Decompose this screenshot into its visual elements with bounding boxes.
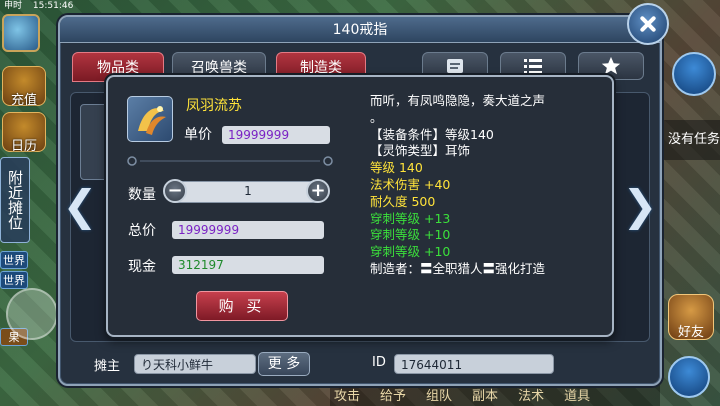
chevron-right-icon[interactable]: ❯: [622, 180, 658, 232]
menu-item[interactable]: 道具: [564, 385, 590, 406]
bottom-menu: 攻击 给予 组队 副本 法术 道具: [330, 385, 660, 406]
refresh-icon[interactable]: [668, 356, 710, 398]
window-title: 140戒指: [60, 17, 660, 43]
pierce-stat: 穿刺等级 +13: [370, 210, 451, 226]
ornament-type: 【灵饰类型】耳饰: [370, 143, 471, 159]
total-price-label: 总价: [128, 223, 156, 239]
equip-condition: 【装备条件】等级140: [370, 126, 494, 142]
more-button[interactable]: 更 多: [258, 352, 310, 376]
item-details: 而听，有凤鸣隐隐，奏大道之声 。 【装备条件】等级140 【灵饰类型】耳饰 等级…: [370, 93, 606, 278]
calendar-button[interactable]: 日历: [2, 112, 46, 154]
pierce-stat: 穿刺等级 +10: [370, 244, 451, 260]
item-description-cont: 。: [370, 109, 383, 125]
calendar-label: 日历: [10, 139, 37, 154]
nearby-stall-button[interactable]: 附近摊位: [0, 157, 30, 243]
item-level: 等级 140: [370, 160, 423, 176]
menu-give[interactable]: 给予: [380, 385, 406, 406]
player-avatar[interactable]: [2, 14, 40, 52]
quantity-label: 数量: [128, 187, 156, 203]
durability-stat: 耐久度 500: [370, 193, 436, 209]
maker-line: 制造者：〓全职猎人〓强化打造: [370, 260, 546, 276]
menu-team[interactable]: 组队: [426, 385, 452, 406]
cash-field: 312197: [172, 256, 324, 274]
pierce-stat: 穿刺等级 +10: [370, 227, 451, 243]
clock: 15:51:46: [32, 1, 74, 11]
world-chat-tag[interactable]: 世界: [0, 271, 28, 289]
seller-label: 摊主: [94, 359, 121, 374]
total-price-field: 19999999: [172, 221, 324, 239]
menu-attack[interactable]: 攻击: [334, 385, 360, 406]
joystick[interactable]: [6, 288, 58, 340]
ring-item-icon: [127, 96, 173, 142]
item-description: 而听，有凤鸣隐隐，奏大道之声: [370, 93, 546, 108]
close-icon[interactable]: [627, 3, 669, 45]
ornament-divider: [127, 156, 333, 166]
world-chat-tag[interactable]: 世界: [0, 251, 28, 269]
task-tracker[interactable]: 没有任务: [664, 120, 720, 160]
menu-spell[interactable]: 法术: [518, 385, 544, 406]
seller-name-field: り天科小鲜牛: [134, 354, 256, 374]
quantity-value[interactable]: 1: [236, 184, 260, 198]
map-button[interactable]: [672, 52, 716, 96]
buy-button[interactable]: 购 买: [196, 291, 288, 321]
unit-price-label: 单价: [184, 127, 212, 143]
server-time-label: 申时: [4, 1, 23, 11]
friend-label: 好友: [677, 325, 704, 340]
recharge-button[interactable]: 充值: [2, 66, 46, 108]
seller-id-field: 17644011: [394, 354, 554, 374]
status-bar: 申时 15:51:46: [0, 0, 110, 12]
recharge-label: 充值: [10, 93, 37, 108]
menu-dungeon[interactable]: 副本: [472, 385, 498, 406]
id-label: ID: [372, 355, 386, 370]
friend-button[interactable]: 好友: [668, 294, 714, 340]
plus-icon[interactable]: +: [306, 179, 330, 203]
magic-damage-stat: 法术伤害 +40: [370, 176, 451, 192]
unit-price-field: 19999999: [222, 126, 330, 144]
chevron-left-icon[interactable]: ❮: [62, 180, 98, 232]
item-name: 凤羽流苏: [186, 98, 242, 114]
cash-label: 现金: [128, 259, 156, 275]
minus-icon[interactable]: −: [163, 179, 187, 203]
